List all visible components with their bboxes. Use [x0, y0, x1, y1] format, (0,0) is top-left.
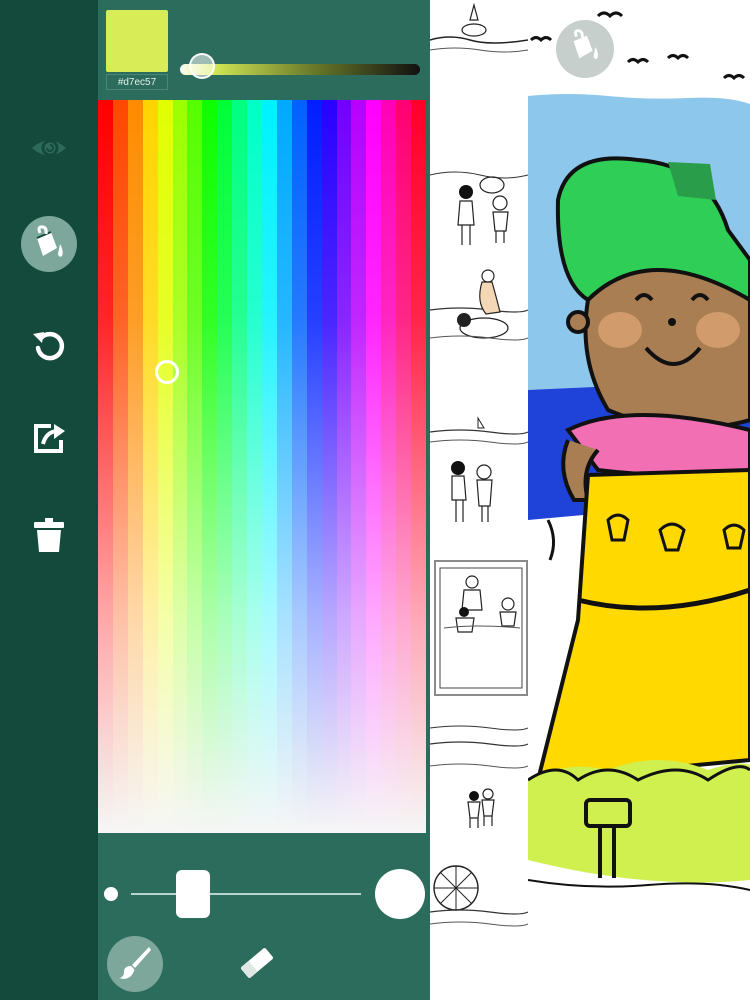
color-spectrum-grid[interactable]	[98, 100, 426, 833]
brush-size-slider-thumb[interactable]	[176, 870, 211, 918]
paint-bucket-button[interactable]	[21, 216, 77, 272]
brush-size-min-indicator	[104, 887, 118, 901]
undo-icon	[29, 324, 69, 364]
page-thumbnail[interactable]	[430, 410, 528, 530]
page-thumbnail[interactable]	[430, 0, 528, 60]
paintbrush-icon	[116, 943, 154, 986]
eye-swirl-icon	[29, 128, 69, 168]
page-thumbnail[interactable]	[430, 262, 528, 352]
delete-button[interactable]	[21, 508, 77, 564]
color-picker-ring[interactable]	[155, 360, 179, 384]
page-thumbnail[interactable]	[430, 165, 528, 250]
page-thumbnail-strip	[430, 0, 528, 1000]
selected-color-swatch	[106, 10, 168, 72]
lightness-slider-knob[interactable]	[189, 53, 215, 79]
brush-size-slider-track[interactable]	[131, 893, 361, 895]
brush-size-max-indicator	[375, 869, 425, 919]
paint-bucket-icon	[29, 224, 69, 264]
drawing-canvas[interactable]	[528, 0, 750, 1000]
paint-bucket-icon	[566, 28, 604, 71]
eraser-button[interactable]	[234, 942, 280, 988]
eraser-icon	[237, 943, 277, 988]
preview-button[interactable]	[21, 120, 77, 176]
page-thumbnail[interactable]	[430, 850, 528, 940]
undo-button[interactable]	[21, 316, 77, 372]
brush-button[interactable]	[107, 936, 163, 992]
tool-sidebar	[0, 0, 98, 1000]
hex-color-label: #d7ec57	[106, 74, 168, 90]
canvas-fill-button[interactable]	[556, 20, 614, 78]
lightness-slider-track[interactable]	[180, 64, 420, 75]
trash-icon	[29, 516, 69, 556]
color-picker-panel: #d7ec57	[98, 0, 430, 1000]
page-thumbnail[interactable]	[430, 720, 528, 835]
share-button[interactable]	[21, 410, 77, 466]
coloring-artwork	[528, 11, 750, 891]
share-icon	[29, 418, 69, 458]
page-thumbnail-selected[interactable]	[434, 560, 528, 696]
